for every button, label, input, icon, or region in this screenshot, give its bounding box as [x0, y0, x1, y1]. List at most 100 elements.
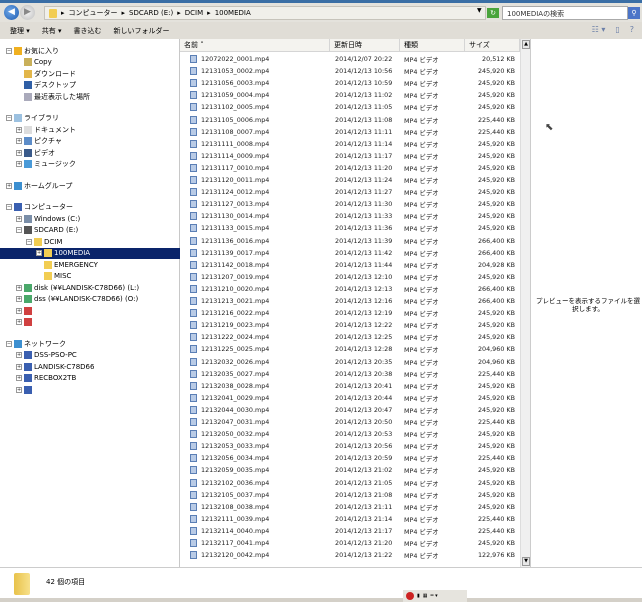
nav-item[interactable]: + ホームグループ — [6, 180, 72, 191]
file-row[interactable]: 12131139_0017.mp4 2014/12/13 11:42 MP4 ビデオ… — [180, 247, 520, 259]
forward-button[interactable]: ▶ — [20, 5, 35, 20]
tray-language-icon[interactable]: ═ ▾ — [431, 593, 438, 599]
search-input[interactable]: 100MEDIAの検索 — [502, 6, 628, 20]
file-row[interactable]: 12132108_0038.mp4 2014/12/13 21:11 MP4 ビデオ… — [180, 501, 520, 513]
nav-item[interactable]: − お気に入り — [6, 45, 59, 56]
tray-power-icon[interactable]: ▮ — [417, 593, 420, 599]
file-row[interactable]: 12131117_0010.mp4 2014/12/13 11:20 MP4 ビデオ… — [180, 162, 520, 174]
file-row[interactable]: 12072022_0001.mp4 2014/12/07 20:22 MP4 ビデオ… — [180, 53, 520, 65]
file-row[interactable]: 12132117_0041.mp4 2014/12/13 21:20 MP4 ビデオ… — [180, 537, 520, 549]
file-row[interactable]: 12131114_0009.mp4 2014/12/13 11:17 MP4 ビデオ… — [180, 150, 520, 162]
nav-item[interactable]: デスクトップ — [16, 80, 76, 91]
address-dropdown-icon[interactable]: ▼ — [477, 7, 482, 14]
file-row[interactable]: 12132047_0031.mp4 2014/12/13 20:50 MP4 ビデオ… — [180, 416, 520, 428]
scroll-up-icon[interactable]: ▲ — [522, 40, 530, 49]
back-button[interactable]: ◀ — [4, 5, 19, 20]
expand-icon[interactable]: + — [16, 215, 22, 222]
collapse-icon[interactable]: − — [6, 47, 12, 54]
nav-item[interactable]: − ネットワーク — [6, 338, 66, 349]
expand-icon[interactable]: + — [16, 149, 22, 156]
nav-item[interactable]: + LANDISK-C78D66 — [16, 361, 94, 372]
nav-item[interactable]: − コンピューター — [6, 202, 73, 213]
breadcrumb-sdcard[interactable]: SDCARD (E:) — [129, 9, 173, 17]
nav-item[interactable]: + — [16, 305, 34, 316]
nav-item[interactable]: + ドキュメント — [16, 124, 76, 135]
file-row[interactable]: 12132038_0028.mp4 2014/12/13 20:41 MP4 ビデオ… — [180, 380, 520, 392]
nav-item[interactable]: + dss (¥¥LANDISK-C78D66) (O:) — [16, 294, 138, 305]
expand-icon[interactable]: + — [16, 126, 22, 133]
file-row[interactable]: 12132044_0030.mp4 2014/12/13 20:47 MP4 ビデオ… — [180, 404, 520, 416]
expand-icon[interactable]: + — [16, 284, 22, 291]
file-row[interactable]: 12131210_0020.mp4 2014/12/13 12:13 MP4 ビデオ… — [180, 283, 520, 295]
tray-app-icon[interactable] — [406, 592, 414, 600]
new-folder-button[interactable]: 新しいフォルダー — [114, 26, 170, 36]
breadcrumb-computer[interactable]: コンピューター — [69, 8, 118, 18]
collapse-icon[interactable]: − — [16, 227, 22, 233]
expand-icon[interactable]: + — [16, 386, 22, 393]
expand-icon[interactable]: + — [36, 250, 42, 256]
nav-item[interactable]: − DCIM — [26, 236, 62, 247]
address-bar[interactable]: ▸ コンピューター ▸ SDCARD (E:) ▸ DCIM ▸ 100MEDI… — [44, 6, 486, 20]
file-row[interactable]: 12131136_0016.mp4 2014/12/13 11:39 MP4 ビデオ… — [180, 235, 520, 247]
nav-item[interactable]: MISC — [36, 271, 71, 282]
file-row[interactable]: 12131120_0011.mp4 2014/12/13 11:24 MP4 ビデオ… — [180, 174, 520, 186]
share-button[interactable]: 共有 ▾ — [42, 26, 62, 36]
collapse-icon[interactable]: − — [26, 238, 32, 245]
expand-icon[interactable]: + — [6, 182, 12, 189]
expand-icon[interactable]: + — [16, 296, 22, 302]
expand-icon[interactable]: + — [16, 319, 22, 325]
file-row[interactable]: 12131108_0007.mp4 2014/12/13 11:11 MP4 ビデオ… — [180, 126, 520, 138]
file-row[interactable]: 12131059_0004.mp4 2014/12/13 11:02 MP4 ビデオ… — [180, 89, 520, 101]
file-row[interactable]: 12132120_0042.mp4 2014/12/13 21:22 MP4 ビデオ… — [180, 549, 520, 561]
nav-item[interactable]: + RECBOX2TB — [16, 373, 76, 384]
collapse-icon[interactable]: − — [6, 204, 12, 210]
nav-item[interactable]: + ビデオ — [16, 147, 55, 158]
file-row[interactable]: 12132114_0040.mp4 2014/12/13 21:17 MP4 ビデオ… — [180, 525, 520, 537]
nav-item[interactable]: + — [16, 384, 34, 395]
breadcrumb-100media[interactable]: 100MEDIA — [215, 9, 251, 17]
column-type[interactable]: 種類 — [400, 39, 465, 52]
nav-item[interactable]: + ピクチャ — [16, 136, 62, 147]
column-size[interactable]: サイズ — [465, 39, 520, 52]
column-name[interactable]: 名前 ˄ — [180, 39, 330, 52]
organize-button[interactable]: 整理 ▾ — [10, 26, 30, 36]
file-row[interactable]: 12131111_0008.mp4 2014/12/13 11:14 MP4 ビデオ… — [180, 138, 520, 150]
nav-item[interactable]: 最近表示した場所 — [16, 91, 90, 102]
nav-item[interactable]: ダウンロード — [16, 68, 76, 79]
collapse-icon[interactable]: − — [6, 115, 12, 121]
file-row[interactable]: 12131053_0002.mp4 2014/12/13 10:56 MP4 ビデオ… — [180, 65, 520, 77]
nav-item[interactable]: + disk (¥¥LANDISK-C78D66) (L:) — [16, 282, 139, 293]
file-row[interactable]: 12131142_0018.mp4 2014/12/13 11:44 MP4 ビデオ… — [180, 259, 520, 271]
nav-item[interactable]: + ミュージック — [16, 159, 76, 170]
view-options-icon[interactable]: ☷ ▾ — [592, 25, 606, 34]
expand-icon[interactable]: + — [16, 138, 22, 144]
expand-icon[interactable]: + — [16, 363, 22, 370]
file-row[interactable]: 12132056_0034.mp4 2014/12/13 20:59 MP4 ビデオ… — [180, 452, 520, 464]
file-row[interactable]: 12131105_0006.mp4 2014/12/13 11:08 MP4 ビデオ… — [180, 114, 520, 126]
expand-icon[interactable]: + — [16, 307, 22, 314]
file-row[interactable]: 12131225_0025.mp4 2014/12/13 12:28 MP4 ビデオ… — [180, 343, 520, 355]
file-row[interactable]: 12131056_0003.mp4 2014/12/13 10:59 MP4 ビデオ… — [180, 77, 520, 89]
file-row[interactable]: 12131216_0022.mp4 2014/12/13 12:19 MP4 ビデオ… — [180, 307, 520, 319]
file-row[interactable]: 12131130_0014.mp4 2014/12/13 11:33 MP4 ビデオ… — [180, 210, 520, 222]
file-row[interactable]: 12131207_0019.mp4 2014/12/13 12:10 MP4 ビデオ… — [180, 271, 520, 283]
expand-icon[interactable]: + — [16, 375, 22, 381]
vertical-scrollbar[interactable]: ▲ ▼ — [520, 39, 530, 567]
file-row[interactable]: 12131222_0024.mp4 2014/12/13 12:25 MP4 ビデオ… — [180, 331, 520, 343]
file-row[interactable]: 12131124_0012.mp4 2014/12/13 11:27 MP4 ビデオ… — [180, 186, 520, 198]
nav-item[interactable]: + DSS-PSO-PC — [16, 350, 77, 361]
nav-item[interactable]: EMERGENCY — [36, 259, 98, 270]
expand-icon[interactable]: + — [16, 352, 22, 358]
tray-network-icon[interactable]: ▦ — [423, 593, 428, 599]
collapse-icon[interactable]: − — [6, 340, 12, 347]
column-modified[interactable]: 更新日時 — [330, 39, 400, 52]
nav-item[interactable]: − ライブラリ — [6, 113, 59, 124]
nav-item[interactable]: − SDCARD (E:) — [16, 225, 78, 236]
file-row[interactable]: 12132032_0026.mp4 2014/12/13 20:35 MP4 ビデオ… — [180, 356, 520, 368]
file-row[interactable]: 12132102_0036.mp4 2014/12/13 21:05 MP4 ビデオ… — [180, 477, 520, 489]
burn-button[interactable]: 書き込む — [74, 26, 102, 36]
file-row[interactable]: 12132041_0029.mp4 2014/12/13 20:44 MP4 ビデオ… — [180, 392, 520, 404]
file-row[interactable]: 12131213_0021.mp4 2014/12/13 12:16 MP4 ビデオ… — [180, 295, 520, 307]
help-icon[interactable]: ? — [630, 25, 634, 34]
scroll-down-icon[interactable]: ▼ — [522, 557, 530, 566]
